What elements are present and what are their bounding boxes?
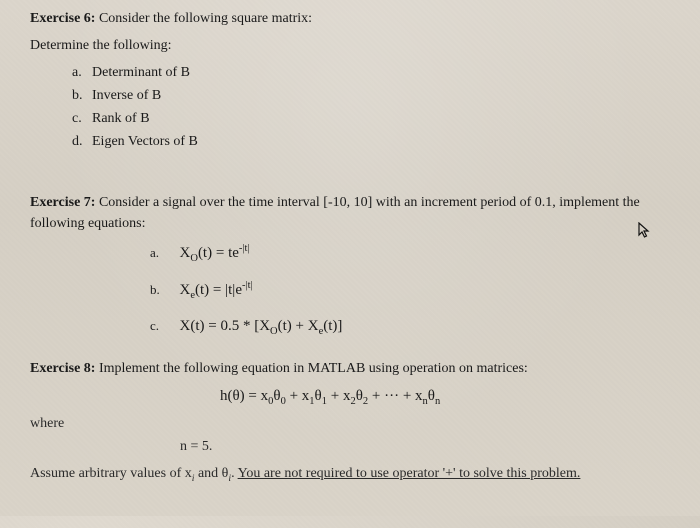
- list-item: a.Determinant of B: [72, 62, 670, 83]
- list-item: b.Inverse of B: [72, 85, 670, 106]
- equation-b: b. Xe(t) = |t|e-|t|: [150, 279, 670, 302]
- exercise-6-intro: Consider the following square matrix:: [99, 11, 312, 26]
- underlined-note: You are not required to use operator '+'…: [238, 466, 581, 481]
- exercise-7-title: Exercise 7: Consider a signal over the t…: [30, 192, 670, 234]
- exercise-6-title: Exercise 6: Consider the following squar…: [30, 8, 670, 29]
- exercise-8-equation: h(θ) = x0θ0 + x1θ1 + x2θ2 + ··· + xnθn: [30, 385, 670, 408]
- list-item: d.Eigen Vectors of B: [72, 131, 670, 152]
- where-label: where: [30, 413, 670, 434]
- exercise-6-subheading: Determine the following:: [30, 35, 670, 56]
- exercise-6: Exercise 6: Consider the following squar…: [30, 8, 670, 152]
- equation-c: c. X(t) = 0.5 * [XO(t) + Xe(t)]: [150, 315, 670, 338]
- exercise-7-intro: Consider a signal over the time interval…: [30, 195, 640, 231]
- exercise-7: Exercise 7: Consider a signal over the t…: [30, 192, 670, 338]
- equation-a: a. XO(t) = te-|t|: [150, 242, 670, 265]
- exercise-6-list: a.Determinant of B b.Inverse of B c.Rank…: [30, 62, 670, 152]
- n-value: n = 5.: [30, 436, 670, 457]
- exercise-6-heading: Exercise 6:: [30, 11, 95, 26]
- exercise-8-intro: Implement the following equation in MATL…: [99, 361, 528, 376]
- exercise-7-eq-list: a. XO(t) = te-|t| b. Xe(t) = |t|e-|t| c.…: [30, 242, 670, 338]
- exercise-8-assume: Assume arbitrary values of xi and θi. Yo…: [30, 463, 670, 484]
- exercise-8: Exercise 8: Implement the following equa…: [30, 358, 670, 485]
- exercise-8-title: Exercise 8: Implement the following equa…: [30, 358, 670, 379]
- exercise-7-heading: Exercise 7:: [30, 195, 95, 210]
- list-item: c.Rank of B: [72, 108, 670, 129]
- exercise-8-heading: Exercise 8:: [30, 361, 95, 376]
